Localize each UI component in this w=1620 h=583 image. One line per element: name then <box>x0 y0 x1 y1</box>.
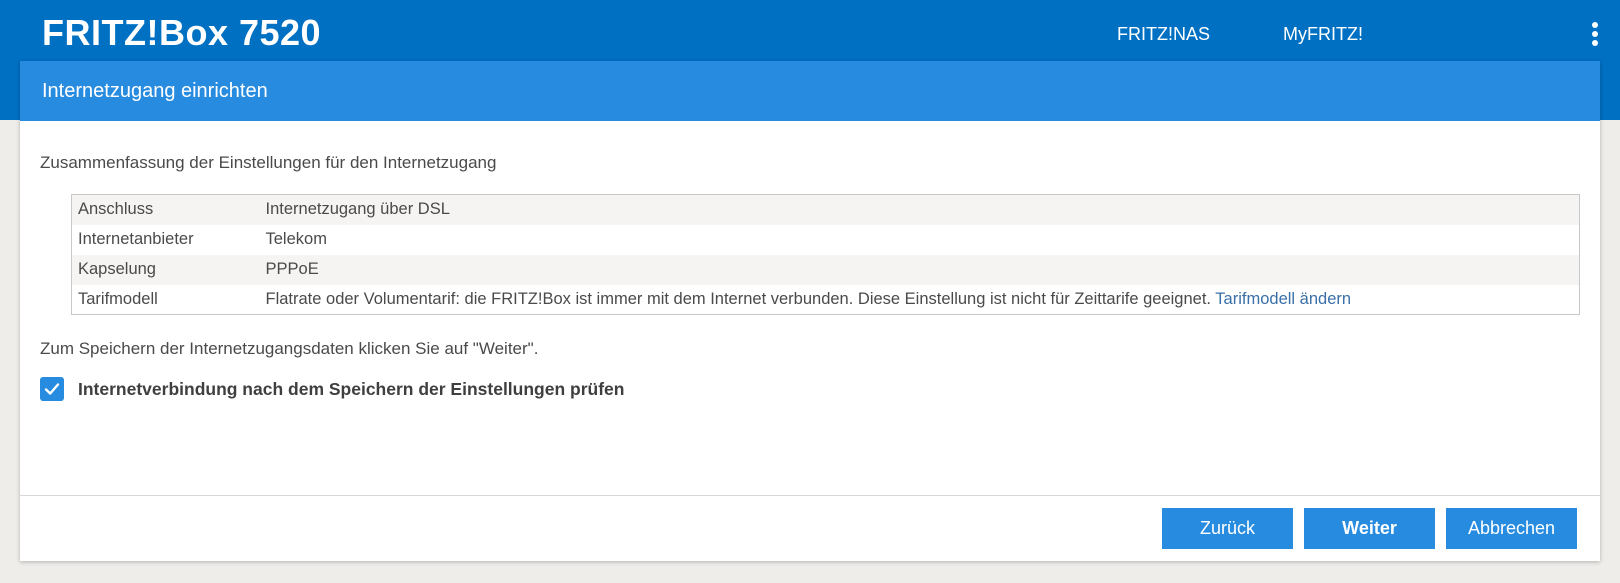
tariff-description: Flatrate oder Volumentarif: die FRITZ!Bo… <box>265 289 1212 308</box>
row-key: Anschluss <box>78 200 154 219</box>
row-key: Internetanbieter <box>78 230 194 248</box>
cancel-button[interactable]: Abbrechen <box>1446 508 1577 549</box>
summary-table: Anschluss Internetzugang über DSL Intern… <box>71 194 1580 315</box>
nav-myfritz-link[interactable]: MyFRITZ! <box>1283 24 1363 45</box>
row-key: Tarifmodell <box>78 289 158 308</box>
verify-connection-checkbox-row[interactable]: Internetverbindung nach dem Speichern de… <box>40 377 624 401</box>
table-row: Anschluss Internetzugang über DSL <box>71 194 1580 225</box>
setup-panel: Internetzugang einrichten Zusammenfassun… <box>20 61 1600 561</box>
verify-connection-label[interactable]: Internetverbindung nach dem Speichern de… <box>78 379 624 400</box>
brand-title: FRITZ!Box 7520 <box>42 12 322 53</box>
table-row: Kapselung PPPoE <box>71 254 1580 285</box>
footer-divider <box>20 495 1600 496</box>
intro-text: Zusammenfassung der Einstellungen für de… <box>40 153 497 172</box>
nav-fritznas-link[interactable]: FRITZ!NAS <box>1117 24 1210 45</box>
table-row: Tarifmodell Flatrate oder Volumentarif: … <box>71 284 1580 315</box>
back-button[interactable]: Zurück <box>1162 508 1293 549</box>
table-row: Internetanbieter Telekom <box>71 224 1580 255</box>
row-value: Flatrate oder Volumentarif: die FRITZ!Bo… <box>260 285 1580 315</box>
checkmark-icon <box>44 383 60 395</box>
panel-title: Internetzugang einrichten <box>20 61 1600 121</box>
verify-connection-checkbox[interactable] <box>40 377 64 401</box>
next-button[interactable]: Weiter <box>1304 508 1435 549</box>
save-note: Zum Speichern der Internetzugangsdaten k… <box>40 339 539 358</box>
row-value: Telekom <box>265 230 327 248</box>
kebab-menu-icon[interactable] <box>1588 22 1602 48</box>
row-value: Internetzugang über DSL <box>265 200 450 219</box>
row-key: Kapselung <box>78 260 156 278</box>
row-value: PPPoE <box>265 260 319 278</box>
change-tariff-link[interactable]: Tarifmodell ändern <box>1215 290 1351 308</box>
